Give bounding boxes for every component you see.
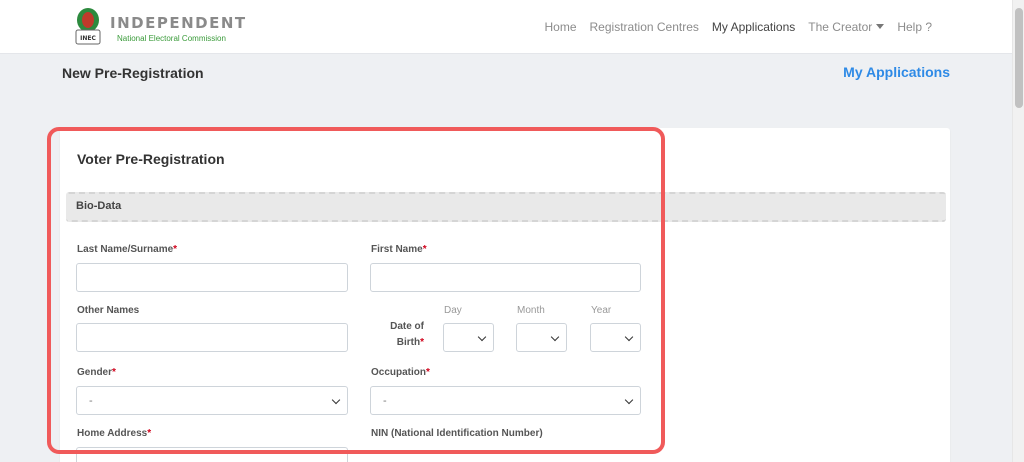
section-label: Bio-Data [76,200,122,212]
nin-label: NIN (National Identification Number) [371,428,543,439]
dob-year-label: Year [591,305,612,316]
page-scrollbar[interactable] [1012,0,1024,462]
chevron-down-icon [477,332,487,342]
nav-my-applications[interactable]: My Applications [712,20,795,34]
svg-text:INEC: INEC [80,35,96,42]
occupation-value: - [383,395,387,407]
dob-day-label: Day [444,305,462,316]
nav-home[interactable]: Home [545,20,577,34]
required-marker: * [147,428,152,439]
chevron-down-icon [331,395,341,405]
nav-links: Home Registration Centres My Application… [545,20,933,34]
occupation-select[interactable]: - [370,386,641,415]
nav-the-creator-label: The Creator [808,20,873,34]
date-of-birth-label: Date of Birth* [390,321,424,348]
chevron-down-icon [624,395,634,405]
required-marker: * [112,367,116,378]
dob-year-select[interactable] [590,323,641,352]
brand-subtitle: National Electoral Commission [117,34,226,43]
nav-help[interactable]: Help ? [897,20,932,34]
required-marker: * [173,244,178,255]
inec-logo-icon[interactable]: INEC [72,6,104,48]
other-names-input[interactable] [76,323,348,352]
gender-label: Gender* [77,367,116,378]
brand-title[interactable]: INDEPENDENT [110,14,247,32]
required-marker: * [426,367,430,378]
dob-month-label: Month [517,305,545,316]
chevron-down-icon [550,332,560,342]
dob-day-select[interactable] [443,323,494,352]
nav-the-creator-dropdown[interactable]: The Creator [808,20,885,34]
first-name-label: First Name* [371,244,427,255]
my-applications-link[interactable]: My Applications [843,64,950,80]
occupation-label: Occupation* [371,367,430,378]
form-title: Voter Pre-Registration [77,151,225,167]
last-name-label: Last Name/Surname* [77,244,178,255]
first-name-input[interactable] [370,263,641,292]
required-marker: * [422,244,427,255]
gender-value: - [89,395,93,407]
page-title: New Pre-Registration [62,65,204,81]
home-address-label: Home Address* [77,428,152,439]
required-marker: * [420,337,424,348]
gender-select[interactable]: - [76,386,348,415]
last-name-input[interactable] [76,263,348,292]
other-names-label: Other Names [77,305,140,316]
scrollbar-thumb[interactable] [1015,8,1023,108]
home-address-input[interactable] [76,447,348,462]
chevron-down-icon [624,332,634,342]
top-navbar: INEC INDEPENDENT National Electoral Comm… [0,0,1012,54]
nav-registration-centres[interactable]: Registration Centres [590,20,699,34]
caret-down-icon [876,24,885,29]
bio-data-section-header [66,192,946,222]
dob-month-select[interactable] [516,323,567,352]
